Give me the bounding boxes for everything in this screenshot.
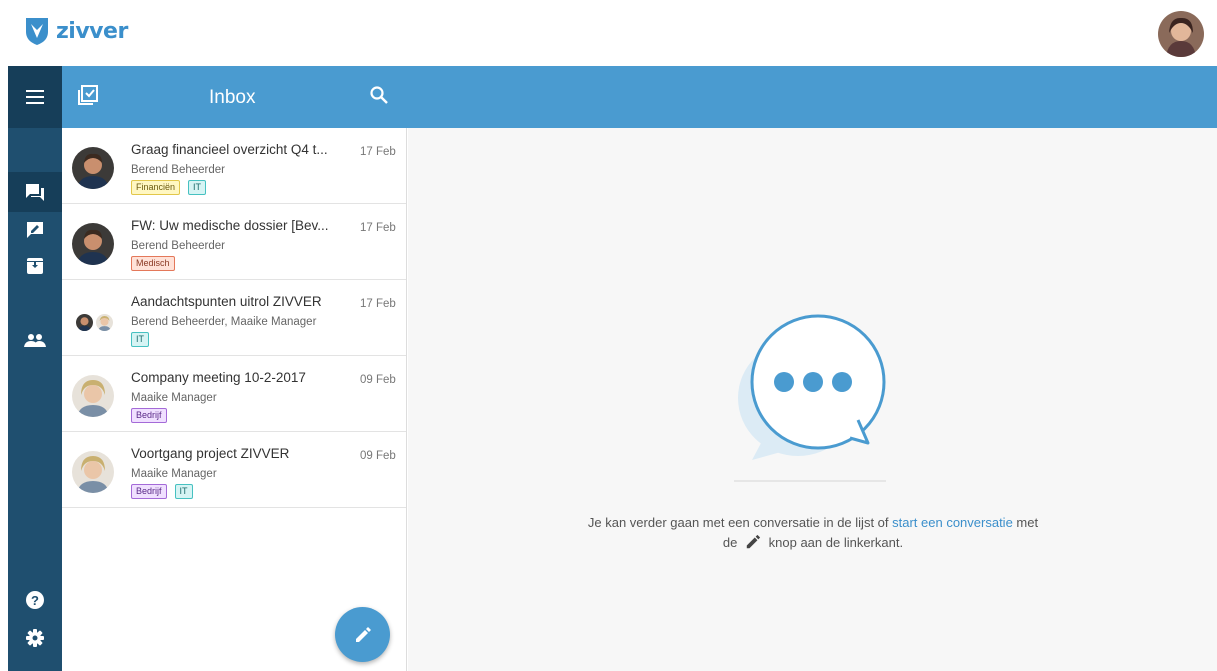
chat-bubble-icon	[734, 314, 886, 482]
conversation-sender: Berend Beheerder	[131, 240, 225, 252]
conversation-subject: Company meeting 10-2-2017	[131, 370, 306, 385]
conversation-subject: Graag financieel overzicht Q4 t...	[131, 142, 328, 157]
drafts-icon	[27, 222, 43, 238]
select-all-icon	[78, 85, 98, 105]
conversation-row[interactable]: Voortgang project ZIVVER Maaike Manager …	[62, 432, 406, 508]
start-conversation-link[interactable]: start een conversatie	[892, 515, 1013, 530]
nav-help[interactable]: ?	[8, 580, 62, 620]
main-nav: ?	[8, 66, 62, 671]
conversation-subject: Voortgang project ZIVVER	[131, 446, 290, 461]
conversation-subject: FW: Uw medische dossier [Bev...	[131, 218, 329, 233]
empty-text-1: Je kan verder gaan met een conversatie i…	[587, 515, 893, 530]
nav-inbox[interactable]	[8, 172, 62, 212]
menu-icon	[26, 90, 44, 104]
conversation-subject: Aandachtspunten uitrol ZIVVER	[131, 294, 322, 309]
list-header: Inbox	[62, 66, 407, 128]
empty-state-message: Je kan verder gaan met een conversatie i…	[558, 513, 1068, 553]
pencil-icon	[746, 534, 761, 549]
conversation-date: 09 Feb	[360, 450, 396, 462]
chat-bubble-illustration	[728, 310, 898, 490]
conversation-list: Graag financieel overzicht Q4 t... Beren…	[62, 128, 407, 671]
help-icon: ?	[26, 591, 44, 609]
nav-archive[interactable]	[8, 246, 62, 286]
label-tag[interactable]: Financiën	[131, 180, 181, 195]
empty-text-4: knop aan de linkerkant.	[768, 535, 904, 550]
search-button[interactable]	[370, 86, 388, 109]
inbox-title: Inbox	[209, 87, 256, 108]
inbox-icon	[26, 184, 44, 201]
label-tag[interactable]: Bedrijf	[131, 484, 167, 499]
avatar	[72, 375, 114, 417]
conversation-sender: Berend Beheerder, Maaike Manager	[131, 316, 317, 328]
nav-contacts[interactable]	[8, 320, 62, 360]
pencil-icon	[355, 626, 371, 642]
user-avatar[interactable]	[1158, 11, 1204, 57]
avatar	[72, 451, 114, 493]
avatar	[72, 223, 114, 265]
conversation-date: 17 Feb	[360, 146, 396, 158]
settings-icon	[26, 629, 44, 647]
search-icon	[370, 86, 388, 104]
compose-button[interactable]	[335, 607, 390, 662]
zivver-logo-icon	[26, 18, 48, 45]
avatar	[76, 314, 93, 331]
conversation-row[interactable]: FW: Uw medische dossier [Bev... Berend B…	[62, 204, 406, 280]
avatar	[72, 147, 114, 189]
nav-drafts[interactable]	[8, 210, 62, 250]
conversation-date: 17 Feb	[360, 222, 396, 234]
label-tag[interactable]: Medisch	[131, 256, 175, 271]
top-bar: zivver	[0, 0, 1217, 66]
empty-text-3: de	[722, 535, 738, 550]
label-tag[interactable]: IT	[174, 484, 193, 499]
svg-text:?: ?	[31, 593, 39, 608]
conversation-sender: Maaike Manager	[131, 392, 217, 404]
zivver-logo[interactable]: zivver	[24, 16, 128, 46]
menu-button[interactable]	[8, 66, 62, 128]
conversation-row[interactable]: Aandachtspunten uitrol ZIVVER Berend Beh…	[62, 280, 406, 356]
conversation-sender: Maaike Manager	[131, 468, 217, 480]
label-tag[interactable]: IT	[188, 180, 207, 195]
label-tag[interactable]: IT	[131, 332, 149, 347]
label-tag[interactable]: Bedrijf	[131, 408, 167, 423]
logo-text: zivver	[56, 18, 128, 44]
select-button[interactable]	[78, 85, 98, 110]
nav-settings[interactable]	[8, 618, 62, 658]
conversation-row[interactable]: Graag financieel overzicht Q4 t... Beren…	[62, 128, 406, 204]
empty-text-2: met	[1012, 515, 1039, 530]
main-header	[407, 66, 1217, 128]
conversation-sender: Berend Beheerder	[131, 164, 225, 176]
conversation-date: 17 Feb	[360, 298, 396, 310]
conversation-date: 09 Feb	[360, 374, 396, 386]
avatar	[96, 314, 113, 331]
archive-icon	[27, 258, 43, 274]
conversation-row[interactable]: Company meeting 10-2-2017 Maaike Manager…	[62, 356, 406, 432]
contacts-icon	[24, 334, 46, 347]
conversation-panel: Je kan verder gaan met een conversatie i…	[408, 128, 1217, 671]
